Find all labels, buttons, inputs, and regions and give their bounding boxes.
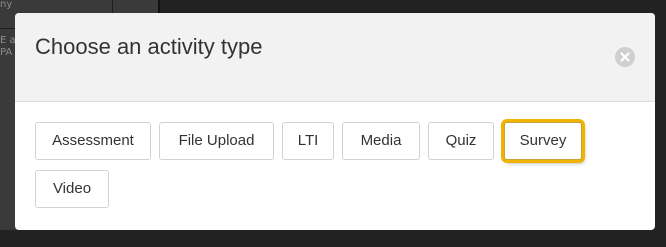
activity-type-file-upload[interactable]: File Upload <box>159 122 274 160</box>
activity-type-video[interactable]: Video <box>35 170 109 208</box>
activity-type-quiz[interactable]: Quiz <box>428 122 494 160</box>
background-fragment-text: ny <box>0 0 13 10</box>
close-icon <box>620 52 630 62</box>
activity-type-lti[interactable]: LTI <box>282 122 334 160</box>
activity-type-survey[interactable]: Survey <box>504 122 582 160</box>
activity-type-assessment[interactable]: Assessment <box>35 122 151 160</box>
activity-type-media[interactable]: Media <box>342 122 420 160</box>
activity-type-modal: Choose an activity type Assessment File … <box>15 13 655 230</box>
close-button[interactable] <box>615 47 635 67</box>
activity-type-options: Assessment File Upload LTI Media Quiz Su… <box>35 122 635 214</box>
modal-header: Choose an activity type <box>15 13 655 102</box>
modal-title: Choose an activity type <box>35 34 263 59</box>
